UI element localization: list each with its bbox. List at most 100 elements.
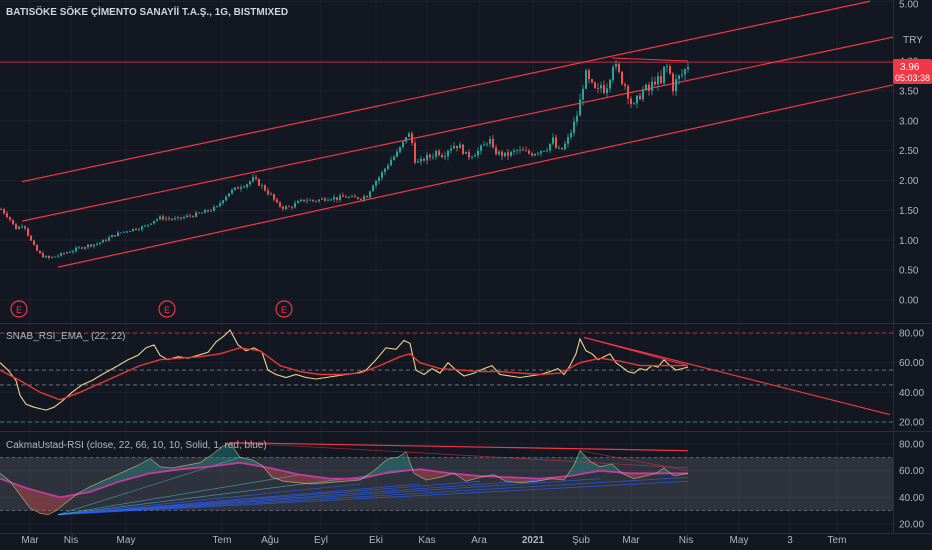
candle-body — [66, 252, 68, 254]
candle-body — [567, 137, 569, 144]
candle-body — [384, 168, 386, 173]
rsi-ema-pane[interactable]: SNAB_RSI_EMA_ (22, 22) — [0, 329, 893, 423]
candle-body — [126, 231, 128, 233]
candle-body — [183, 217, 185, 219]
candle-body — [564, 143, 566, 150]
rsi-levels — [0, 332, 893, 423]
rsi-ema-title[interactable]: SNAB_RSI_EMA_ (22, 22) — [6, 331, 126, 342]
price-axis-tick-3: 1.50 — [899, 206, 919, 217]
candle-body — [621, 71, 623, 85]
cakma-rsi-title[interactable]: CakmaUstad-RSI (close, 22, 66, 10, 10, S… — [6, 440, 267, 451]
candle-body — [294, 203, 296, 208]
candle-body — [153, 220, 155, 224]
candle-body — [51, 256, 53, 258]
candle-body — [267, 190, 269, 195]
cakma-fill — [40, 492, 44, 514]
candle-body — [108, 237, 110, 241]
cakma-fill — [44, 493, 48, 515]
candle-body — [483, 144, 485, 146]
candle-body — [69, 252, 71, 253]
candle-body — [465, 151, 467, 154]
candle-body — [636, 95, 638, 104]
candle-body — [42, 253, 44, 258]
candle-body — [156, 219, 158, 221]
candle-body — [369, 191, 371, 198]
currency-label: TRY — [903, 35, 923, 46]
candle-body — [174, 218, 176, 220]
candle-body — [75, 247, 77, 252]
candle-body — [138, 229, 140, 231]
candle-body — [231, 189, 233, 194]
candle-body — [519, 149, 521, 151]
last-price-badge: 3.96 05:03:38 — [893, 59, 932, 84]
candle-body — [591, 79, 593, 83]
candle-body — [453, 145, 455, 149]
earnings-event-label-1: E — [164, 305, 170, 315]
candle-body — [345, 196, 347, 198]
candle-body — [468, 151, 470, 158]
candle-body — [513, 150, 515, 152]
pane-separators[interactable] — [0, 0, 932, 534]
candle-body — [264, 185, 266, 191]
candle-body — [504, 152, 506, 157]
time-tick-12: Nis — [679, 535, 693, 546]
candle-body — [414, 143, 416, 163]
candle-body — [651, 81, 653, 91]
candle-body — [123, 231, 125, 233]
candle-body — [330, 199, 332, 201]
candle-body — [171, 218, 173, 220]
candle-body — [471, 156, 473, 158]
candle-body — [633, 103, 635, 105]
candle-body — [9, 217, 11, 220]
candle-body — [270, 194, 272, 195]
time-axis[interactable]: Mar Nis May Tem Ağu Eyl Eki Kas Ara 2021 Şub Mar Nis… — [21, 535, 846, 546]
candle-body — [309, 199, 311, 201]
candle-body — [666, 66, 668, 67]
rsi-axis-tick-3: 80.00 — [899, 329, 924, 340]
candle-body — [321, 198, 323, 200]
candle-body — [411, 133, 413, 144]
candle-body — [450, 148, 452, 151]
candle-body — [222, 200, 224, 204]
candle-body — [21, 226, 23, 228]
candle-body — [213, 206, 215, 211]
candle-body — [210, 210, 212, 212]
chart-canvas[interactable]: E E E BATISÖKE SÖKE ÇİMENTO SANAYİİ T.A.Ş.… — [0, 0, 932, 550]
candle-body — [546, 150, 548, 152]
candle-body — [432, 156, 434, 158]
candle-body — [429, 154, 431, 158]
candle-body — [195, 212, 197, 217]
candle-body — [597, 88, 599, 89]
candle-body — [444, 156, 446, 158]
candle-body — [180, 217, 182, 219]
cakma-rsi-pane[interactable]: CakmaUstad-RSI (close, 22, 66, 10, 10, S… — [0, 440, 893, 516]
candle-body — [276, 199, 278, 203]
price-candles[interactable] — [0, 60, 689, 260]
price-axis-tick-9: 5.00 — [899, 0, 919, 11]
rsi-trendline-short — [583, 336, 689, 367]
candle-body — [60, 253, 62, 256]
candle-body — [417, 161, 419, 163]
time-tick-15: Tem — [828, 535, 847, 546]
candle-body — [660, 76, 662, 84]
candle-body — [144, 225, 146, 227]
candle-body — [225, 196, 227, 201]
candle-body — [615, 63, 617, 67]
candle-body — [111, 235, 113, 238]
candle-body — [609, 79, 611, 89]
candle-body — [312, 199, 314, 201]
candle-body — [102, 239, 104, 243]
candle-body — [396, 151, 398, 157]
price-channels[interactable] — [0, 0, 894, 268]
cakma-fill — [52, 495, 56, 513]
candle-body — [90, 244, 92, 247]
candle-body — [459, 144, 461, 149]
rsi-axis-tick-2: 60.00 — [899, 358, 924, 369]
symbol-title[interactable]: BATISÖKE SÖKE ÇİMENTO SANAYİİ T.A.Ş., 1G… — [6, 5, 288, 18]
candle-body — [537, 153, 539, 155]
candle-body — [681, 74, 683, 76]
rsi-trendline — [583, 336, 891, 416]
earnings-events[interactable]: EEE — [10, 300, 293, 318]
channel-upper — [21, 0, 871, 183]
candle-body — [36, 244, 38, 251]
